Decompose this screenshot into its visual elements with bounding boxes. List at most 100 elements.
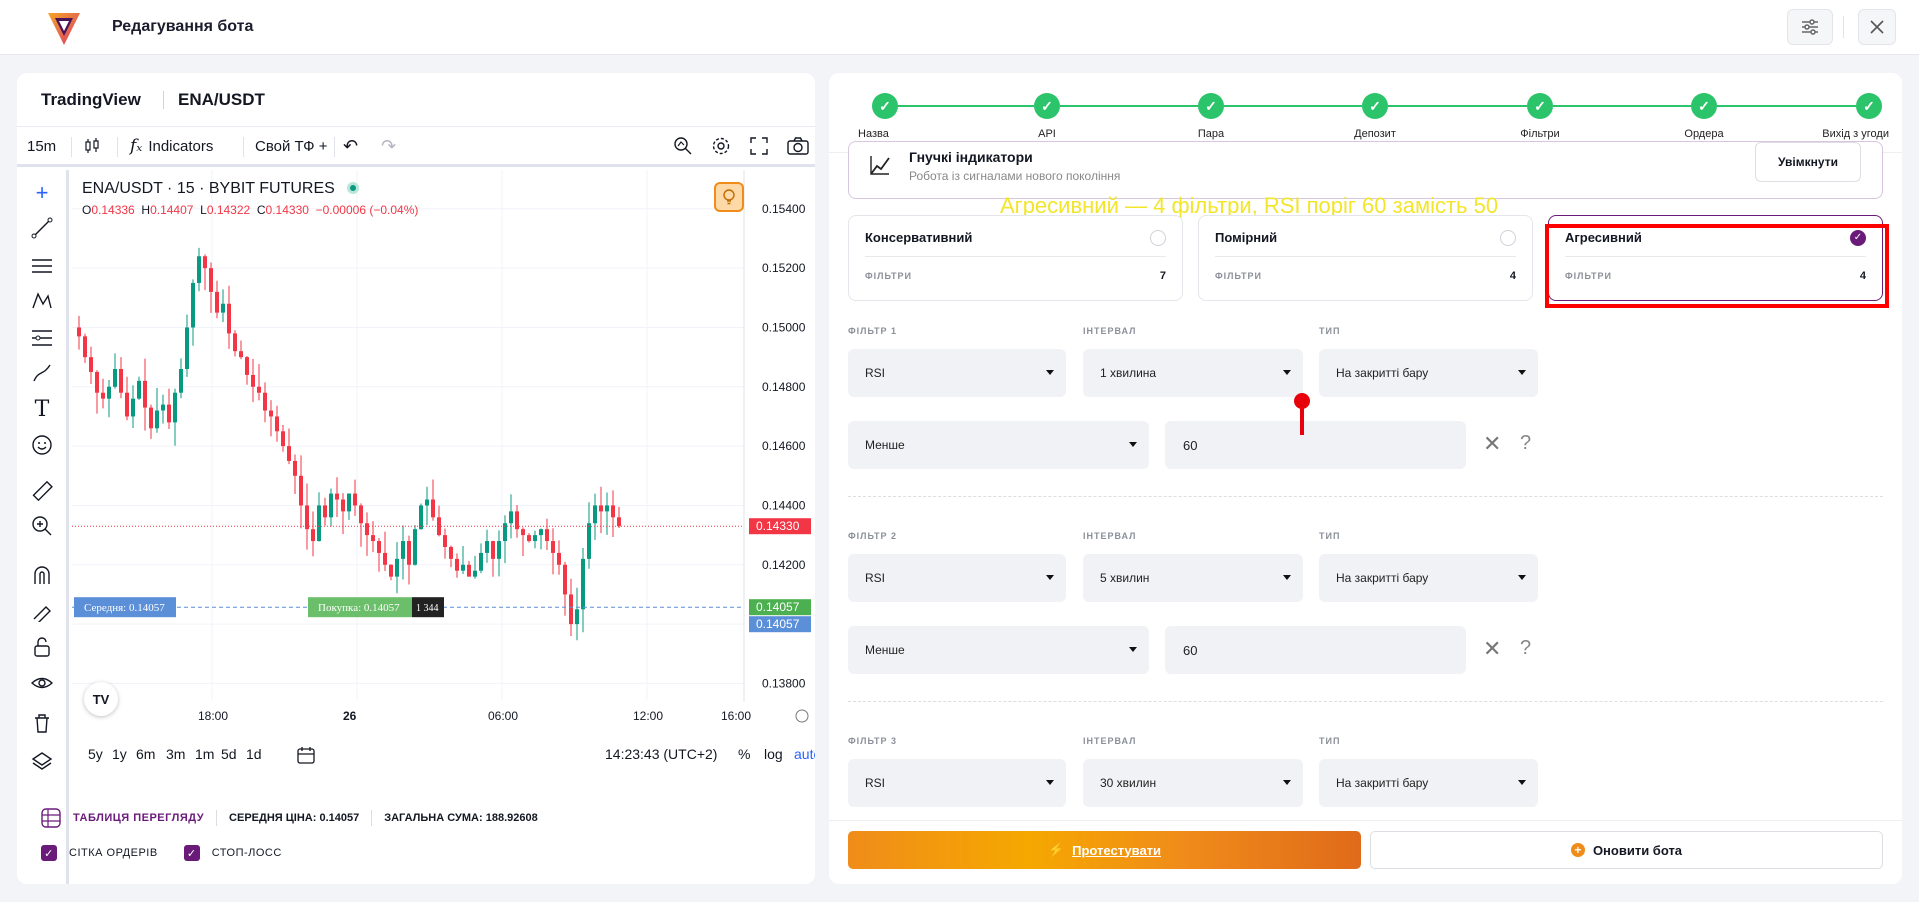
step-connector xyxy=(898,105,1034,107)
camera-icon[interactable] xyxy=(787,127,809,165)
eye-icon[interactable] xyxy=(29,670,55,696)
lines-icon[interactable] xyxy=(29,253,55,279)
redo-icon[interactable]: ↷ xyxy=(381,127,396,165)
step-label[interactable]: Пара xyxy=(1198,128,1224,140)
lock-icon[interactable] xyxy=(29,634,55,660)
lock-drawing-icon[interactable] xyxy=(29,598,55,624)
type-select[interactable]: На закритті бару xyxy=(1319,759,1538,807)
step-label[interactable]: Депозит xyxy=(1354,128,1396,140)
indicator-select[interactable]: RSI xyxy=(848,759,1066,807)
radio-icon[interactable] xyxy=(1500,230,1516,246)
step-check-icon[interactable]: ✓ xyxy=(1856,93,1882,119)
avg-price-value: 0.14057 xyxy=(319,812,360,824)
emoji-icon[interactable] xyxy=(29,432,55,458)
step-check-icon[interactable]: ✓ xyxy=(1362,93,1388,119)
interval-select[interactable]: 5 хвилин xyxy=(1083,554,1303,602)
candle-body xyxy=(173,392,177,423)
idea-lightbulb-button[interactable] xyxy=(714,182,744,212)
alert-icon[interactable] xyxy=(673,127,693,165)
indicators-button[interactable]: 𝑓ₓ Indicators xyxy=(130,127,213,165)
settings-button[interactable] xyxy=(1787,9,1833,45)
interval-select[interactable]: 30 хвилин xyxy=(1083,759,1303,807)
candle-body xyxy=(353,493,357,506)
step-label[interactable]: Фільтри xyxy=(1520,128,1559,140)
help-icon[interactable]: ? xyxy=(1520,432,1531,455)
type-select[interactable]: На закритті бару xyxy=(1319,554,1538,602)
stop-loss-checkbox[interactable]: ✓ xyxy=(183,845,200,861)
zoom-in-icon[interactable] xyxy=(29,513,55,539)
table-view-link[interactable]: ТАБЛИЦЯ ПЕРЕГЛЯДУ xyxy=(73,812,204,824)
magnet-icon[interactable] xyxy=(29,562,55,588)
range-button[interactable]: 5y xyxy=(88,746,103,762)
step-check-icon[interactable]: ✓ xyxy=(872,93,898,119)
preset-card[interactable]: Помірний ФІЛЬТРИ 4 xyxy=(1198,215,1533,301)
custom-tf-button[interactable]: Свой ТФ + xyxy=(245,127,338,165)
candle-type-button[interactable] xyxy=(83,127,101,165)
percent-toggle[interactable]: % xyxy=(738,746,750,762)
radio-icon[interactable] xyxy=(1150,230,1166,246)
remove-filter-icon[interactable]: ✕ xyxy=(1483,636,1501,662)
layers-icon[interactable] xyxy=(29,748,55,774)
candle-body xyxy=(323,505,327,518)
gear-icon[interactable] xyxy=(711,127,731,165)
order-grid-checkbox[interactable]: ✓ xyxy=(41,845,57,861)
candlestick-chart[interactable]: 0.15400 0.15200 0.15000 0.14800 0.14600 0.144… xyxy=(72,170,815,730)
candle-body xyxy=(77,327,81,337)
candle-body xyxy=(617,517,621,527)
candle-body xyxy=(287,446,291,461)
range-button[interactable]: 1m xyxy=(195,746,214,762)
fullscreen-icon[interactable] xyxy=(750,127,768,165)
range-button[interactable]: 3m xyxy=(166,746,185,762)
step-check-icon[interactable]: ✓ xyxy=(1527,93,1553,119)
step-label[interactable]: Вихід з угоди xyxy=(1822,128,1889,140)
step-label[interactable]: Ордера xyxy=(1684,128,1723,140)
candle-body xyxy=(239,351,243,358)
dropdown-arrow-icon xyxy=(1046,780,1054,785)
range-button[interactable]: 1d xyxy=(246,746,262,762)
candle-body xyxy=(533,535,537,542)
ohlc-values: O0.14336 H0.14407 L0.14322 C0.14330 −0.0… xyxy=(82,203,419,217)
range-button[interactable]: 6m xyxy=(136,746,155,762)
price-chart[interactable]: 0.15400 0.15200 0.15000 0.14800 0.14600 0.144… xyxy=(72,170,815,730)
range-button[interactable]: 5d xyxy=(221,746,237,762)
interval-select[interactable]: 1 хвилина xyxy=(1083,349,1303,397)
trash-icon[interactable] xyxy=(29,710,55,736)
candle-body xyxy=(161,404,165,411)
indicator-select[interactable]: RSI xyxy=(848,349,1066,397)
type-select[interactable]: На закритті бару xyxy=(1319,349,1538,397)
step-connector xyxy=(1060,105,1198,107)
preset-card[interactable]: Консервативний ФІЛЬТРИ 7 xyxy=(848,215,1183,301)
indicators-label: Indicators xyxy=(148,137,214,155)
step-label[interactable]: Назва xyxy=(858,128,889,140)
step-label[interactable]: API xyxy=(1038,128,1056,140)
undo-icon[interactable]: ↶ xyxy=(343,127,358,165)
candle-body xyxy=(89,357,93,372)
condition-select[interactable]: Менше xyxy=(848,421,1149,469)
log-toggle[interactable]: log xyxy=(764,746,783,762)
range-button[interactable]: 1y xyxy=(112,746,127,762)
date-range-icon[interactable] xyxy=(297,746,315,767)
step-check-icon[interactable]: ✓ xyxy=(1034,93,1060,119)
auto-toggle[interactable]: auto xyxy=(794,746,815,762)
brush-icon[interactable] xyxy=(29,360,55,386)
help-icon[interactable]: ? xyxy=(1520,637,1531,660)
test-button[interactable]: ⚡ Протестувати xyxy=(848,831,1361,869)
remove-filter-icon[interactable]: ✕ xyxy=(1483,431,1501,457)
close-button[interactable] xyxy=(1858,9,1896,45)
threshold-input[interactable]: 60 xyxy=(1165,626,1466,674)
trendline-icon[interactable] xyxy=(29,215,55,241)
crosshair-icon[interactable]: + xyxy=(29,180,55,206)
text-icon[interactable]: T xyxy=(29,396,55,422)
step-check-icon[interactable]: ✓ xyxy=(1198,93,1224,119)
fib-icon[interactable] xyxy=(29,325,55,351)
indicator-select[interactable]: RSI xyxy=(848,554,1066,602)
ruler-icon[interactable] xyxy=(29,478,55,504)
condition-select[interactable]: Менше xyxy=(848,626,1149,674)
pattern-icon[interactable] xyxy=(29,288,55,314)
update-bot-button[interactable]: + Оновити бота xyxy=(1370,831,1883,869)
step-check-icon[interactable]: ✓ xyxy=(1691,93,1717,119)
enable-button[interactable]: Увімкнути xyxy=(1755,142,1861,182)
interval-button[interactable]: 15m xyxy=(27,127,56,165)
candle-body xyxy=(131,398,135,417)
threshold-input[interactable]: 60 xyxy=(1165,421,1466,469)
